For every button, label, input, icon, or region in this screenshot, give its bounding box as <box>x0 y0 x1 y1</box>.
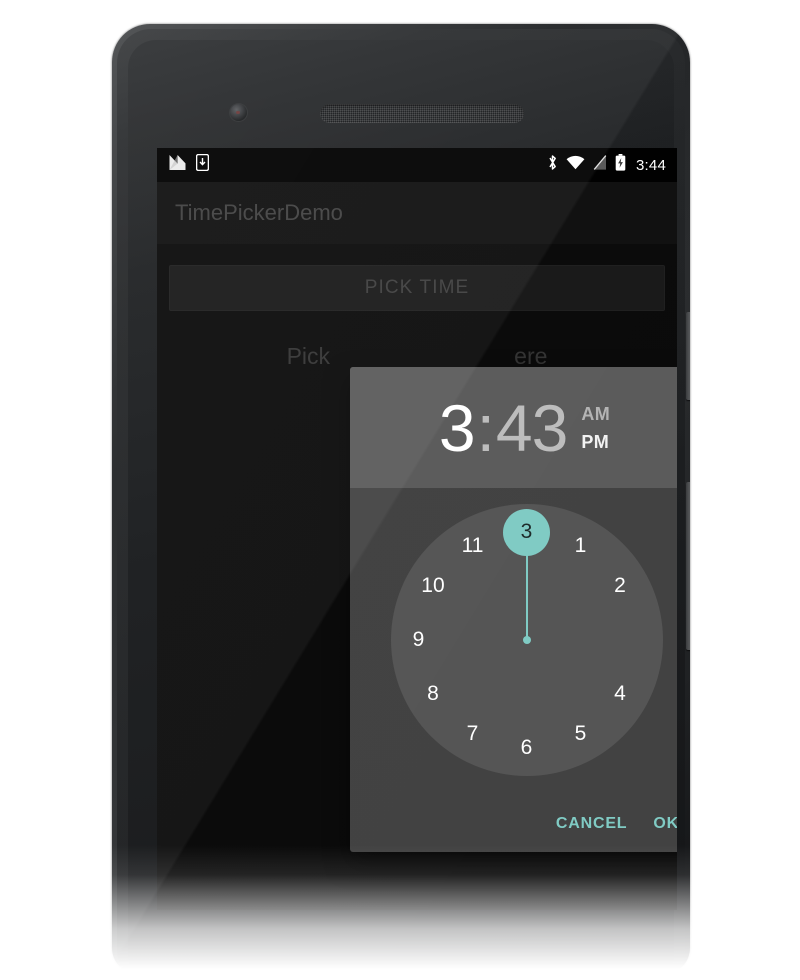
am-pm-toggle: AM PM <box>581 405 610 451</box>
minute-value[interactable]: 43 <box>496 395 568 461</box>
time-separator: : <box>476 390 495 465</box>
time-display: 3 : 43 AM PM <box>350 367 677 488</box>
battery-charging-icon <box>615 154 626 176</box>
clock-number-4[interactable]: 4 <box>603 677 637 711</box>
pm-button[interactable]: PM <box>581 433 610 451</box>
am-button[interactable]: AM <box>581 405 610 423</box>
clock-number-7[interactable]: 7 <box>456 717 490 751</box>
status-bar-left-icons <box>168 153 210 176</box>
clock-number-9[interactable]: 9 <box>402 623 436 657</box>
hour-value[interactable]: 3 <box>439 395 476 461</box>
phone-bezel: 3:44 TimePickerDemo PICK TIME Picked tim… <box>117 29 685 974</box>
status-bar-right-icons: 3:44 <box>547 154 666 176</box>
clock-number-1[interactable]: 1 <box>564 529 598 563</box>
clock-selector[interactable]: 3 <box>503 508 550 556</box>
status-bar: 3:44 <box>157 148 677 182</box>
clock-number-2[interactable]: 2 <box>603 569 637 603</box>
clock-hand-center-dot <box>522 636 531 644</box>
earpiece-speaker-icon <box>320 104 524 123</box>
cancel-button[interactable]: CANCEL <box>556 815 627 833</box>
status-bar-clock: 3:44 <box>636 156 666 174</box>
no-sim-icon <box>593 154 607 176</box>
android-n-icon <box>168 154 187 176</box>
bluetooth-icon <box>547 154 558 176</box>
time-picker-header: 3 : 43 AM PM <box>350 367 677 488</box>
phone-screen: 3:44 TimePickerDemo PICK TIME Picked tim… <box>157 148 677 910</box>
ok-button[interactable]: OK <box>653 815 677 833</box>
clock-number-6[interactable]: 6 <box>510 731 544 765</box>
power-button[interactable] <box>686 312 690 400</box>
screenshot-stage: 3:44 TimePickerDemo PICK TIME Picked tim… <box>0 0 800 980</box>
adb-download-icon <box>195 153 210 176</box>
phone-device: 3:44 TimePickerDemo PICK TIME Picked tim… <box>112 24 690 974</box>
clock-face[interactable]: 1212345678910113 <box>390 504 663 776</box>
clock-number-11[interactable]: 11 <box>456 529 490 563</box>
clock-number-5[interactable]: 5 <box>564 717 598 751</box>
time-picker-dialog: 3 : 43 AM PM 1 2 4 5 6 7 8 9 10 11 3 CAN… <box>350 367 677 852</box>
dialog-actions: CANCEL OK <box>350 795 677 852</box>
clock-number-8[interactable]: 8 <box>416 677 450 711</box>
time-picker-body: 1212345678910113 <box>350 488 677 795</box>
wifi-icon <box>566 155 585 175</box>
volume-rocker[interactable] <box>686 482 690 650</box>
front-camera-icon <box>230 104 247 121</box>
phone-front-glass: 3:44 TimePickerDemo PICK TIME Picked tim… <box>128 40 677 974</box>
clock-number-10[interactable]: 10 <box>416 569 450 603</box>
